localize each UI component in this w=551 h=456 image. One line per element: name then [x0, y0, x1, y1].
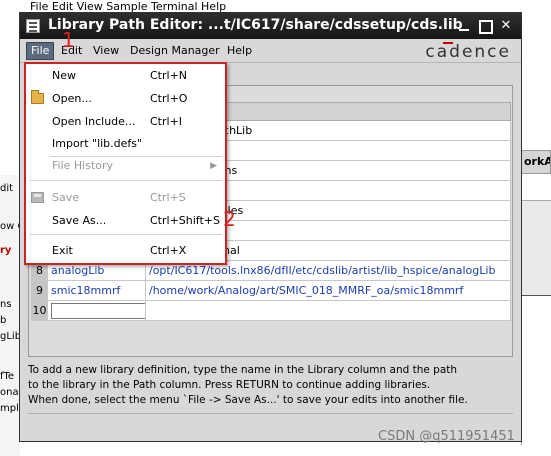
menu-item-shortcut: Ctrl+N: [150, 69, 188, 82]
cadence-logo: cadence: [425, 42, 511, 62]
background-window-left: dit ow C ry ns b gLib fTe onal mple: [0, 175, 25, 456]
menu-item-shortcut: Ctrl+O: [150, 92, 188, 105]
menu-item-shortcut: Ctrl+X: [150, 244, 187, 257]
menu-item-label: Save: [52, 191, 80, 204]
library-name-input[interactable]: [51, 302, 145, 319]
menu-item-label: Open Include...: [52, 115, 136, 128]
submenu-arrow-icon: ▶: [210, 161, 217, 171]
help-line: To add a new library definition, type th…: [28, 364, 458, 376]
background-text: b: [0, 315, 7, 326]
menu-separator: [30, 180, 222, 181]
folder-icon: [31, 90, 44, 104]
menu-item-exit[interactable]: Exit Ctrl+X: [26, 241, 225, 261]
menu-item-new[interactable]: New Ctrl+N: [26, 66, 225, 86]
menu-view[interactable]: View: [89, 43, 123, 61]
menu-bar: File Edit View Design Manager Help caden…: [20, 39, 521, 63]
path-cell[interactable]: /home/work/Analog/art/SMIC_018_MMRF_oa/s…: [145, 280, 511, 301]
menu-item-label: File History: [52, 159, 114, 172]
menu-separator: [30, 234, 222, 235]
menu-item-label: New: [52, 69, 76, 82]
menu-item-file-history[interactable]: File History ▶: [26, 156, 225, 176]
menu-item-label: Save As...: [52, 214, 107, 227]
menu-item-shortcut: Ctrl+Shift+S: [150, 214, 220, 227]
save-icon: [31, 192, 44, 203]
menu-item-shortcut: Ctrl+S: [150, 191, 186, 204]
watermark: CSDN @q511951451: [378, 429, 515, 444]
menu-item-label: Exit: [52, 244, 73, 257]
background-text: ns: [0, 299, 12, 310]
table-row[interactable]: 10: [31, 300, 511, 321]
window-title: Library Path Editor: ...t/IC617/share/cd…: [48, 17, 463, 33]
menu-item-open-include[interactable]: Open Include... Ctrl+I: [26, 112, 225, 132]
background-text: fTe: [0, 371, 15, 382]
file-menu-dropdown: New Ctrl+N Open... Ctrl+O Open Include..…: [24, 62, 227, 265]
library-cell[interactable]: smic18mmrf: [47, 280, 146, 301]
menu-design-manager[interactable]: Design Manager: [126, 43, 224, 61]
annotation-step-1: 1: [62, 28, 75, 52]
background-window-list: [521, 295, 551, 445]
menu-item-save[interactable]: Save Ctrl+S: [26, 188, 225, 208]
path-cell[interactable]: [145, 300, 511, 321]
menu-item-label: Open...: [52, 92, 92, 105]
background-text: ry: [0, 245, 12, 256]
menu-item-open[interactable]: Open... Ctrl+O: [26, 89, 225, 109]
maximize-button[interactable]: [476, 17, 494, 35]
title-bar[interactable]: Library Path Editor: ...t/IC617/share/cd…: [20, 13, 521, 39]
background-text: dit: [0, 183, 14, 194]
menu-file[interactable]: File: [26, 42, 55, 60]
menu-item-label: Import "lib.defs": [52, 137, 143, 150]
background-window-panel: [521, 200, 551, 310]
help-text: To add a new library definition, type th…: [28, 363, 518, 408]
menu-item-shortcut: Ctrl+I: [150, 115, 183, 128]
minimize-button[interactable]: [455, 17, 473, 35]
menu-item-import-lib-defs[interactable]: Import "lib.defs": [26, 134, 225, 154]
menu-help[interactable]: Help: [223, 43, 256, 61]
row-number: 10: [31, 300, 48, 321]
background-window-tab: orkAr: [521, 150, 551, 174]
background-text: gLib: [0, 331, 22, 342]
close-button[interactable]: ✕: [497, 17, 515, 35]
annotation-step-2: 2: [223, 207, 236, 231]
help-line: When done, select the menu `File -> Save…: [28, 394, 468, 406]
table-row[interactable]: 9 smic18mmrf/home/work/Analog/art/SMIC_01…: [31, 280, 511, 301]
row-number: 9: [31, 280, 48, 301]
menu-item-save-as[interactable]: Save As... Ctrl+Shift+S: [26, 211, 225, 231]
library-cell-editor[interactable]: [47, 300, 146, 321]
app-icon: [26, 19, 40, 33]
help-line: to the library in the Path column. Press…: [28, 379, 431, 391]
